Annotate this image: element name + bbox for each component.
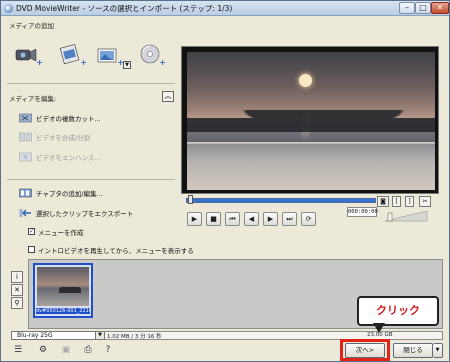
- beach-graphic: [187, 144, 435, 190]
- project-icon[interactable]: ▣: [58, 343, 74, 357]
- create-menu-label: メニューを作成: [38, 228, 84, 237]
- next-frame-button[interactable]: ▶: [263, 212, 278, 226]
- app-icon: [4, 4, 13, 13]
- menu-list-icon[interactable]: ☰: [10, 343, 26, 357]
- enhance-video-label: ビデオをエンハンス...: [36, 154, 101, 162]
- play-button[interactable]: ▶: [187, 212, 202, 226]
- go-to-end-button[interactable]: ⏭: [282, 212, 297, 226]
- title-bar: DVD MovieWriter - ソースの選択とインポート (ステップ: 1/…: [1, 1, 449, 16]
- timecode-display[interactable]: 000:00:00: [347, 207, 378, 217]
- clip-thumbnail-image: [37, 267, 89, 306]
- preview-image: [187, 52, 435, 190]
- import-images-icon[interactable]: +: [95, 43, 124, 67]
- multi-trim-video-label: ビデオの複数カット...: [36, 115, 101, 123]
- add-edit-chapters-item[interactable]: チャプタの追加/編集...: [19, 187, 103, 199]
- breakwater-graphic: [187, 110, 435, 140]
- go-to-start-button[interactable]: ⏮: [225, 212, 240, 226]
- delete-clip-icon[interactable]: ✕: [11, 284, 23, 296]
- info-icon[interactable]: i: [11, 271, 23, 283]
- previous-frame-button[interactable]: ◀: [244, 212, 259, 226]
- merge-split-video-item[interactable]: ビデオを合成/分割: [19, 131, 90, 143]
- volume-slider[interactable]: [383, 210, 429, 222]
- import-images-dropdown[interactable]: ▼: [123, 61, 131, 69]
- click-callout: クリック: [357, 296, 439, 326]
- mark-out-button[interactable]: ]: [405, 196, 414, 207]
- close-window-button[interactable]: ✕: [431, 2, 449, 14]
- dvd-moviewriter-window: DVD MovieWriter - ソースの選択とインポート (ステップ: 1/…: [0, 0, 450, 362]
- export-arrow-icon: [19, 208, 32, 218]
- clip-thumbnail[interactable]: dv#050126-001_22160...: [33, 263, 93, 318]
- capture-camera-icon[interactable]: +: [14, 43, 43, 67]
- next-button-highlight: [340, 339, 390, 361]
- clip-filename: dv#050126-001_22160...: [36, 308, 90, 314]
- export-selected-clip-label: 選択したクリップをエクスポート: [36, 210, 134, 218]
- multi-trim-video-item[interactable]: ビデオの複数カット...: [19, 112, 101, 124]
- add-edit-chapters-label: チャプタの追加/編集...: [36, 190, 103, 198]
- enhance-video-item[interactable]: ビデオをエンハンス...: [19, 151, 101, 163]
- close-button[interactable]: 閉じる: [393, 343, 433, 358]
- seek-bar[interactable]: [186, 198, 376, 203]
- add-media-heading: メディアの追加: [9, 22, 55, 30]
- maximize-button[interactable]: □: [415, 2, 431, 14]
- settings-gear-icon[interactable]: ⚙: [35, 343, 51, 357]
- chapter-icon: [19, 188, 32, 198]
- merge-split-icon: [19, 132, 32, 142]
- intro-video-label: イントロビデオを再生してから、メニューを表示する: [38, 246, 194, 255]
- edit-media-heading: メディアを編集:: [9, 95, 57, 103]
- create-menu-checkbox-row[interactable]: ✓ メニューを作成: [28, 226, 84, 237]
- import-disc-icon[interactable]: +: [137, 43, 166, 67]
- mark-in-button[interactable]: [: [392, 196, 401, 207]
- collapse-edit-section-button[interactable]: ︽: [162, 91, 174, 102]
- print-icon[interactable]: ⎙: [80, 343, 96, 357]
- scissors-film-icon: [19, 113, 32, 123]
- click-callout-tail: [373, 323, 385, 333]
- intro-video-checkbox-row[interactable]: イントロビデオを再生してから、メニューを表示する: [28, 244, 194, 255]
- intro-video-checkbox[interactable]: [28, 246, 35, 253]
- close-options-dropdown[interactable]: ▼: [433, 343, 443, 358]
- snapshot-camera-icon[interactable]: ◙: [377, 196, 389, 207]
- enhance-icon: [19, 152, 32, 162]
- disc-type-select[interactable]: Blu-ray 25G: [11, 331, 105, 340]
- help-icon[interactable]: ?: [100, 343, 116, 357]
- divider: [7, 179, 175, 180]
- divider: [7, 83, 175, 84]
- zoom-search-icon[interactable]: ⚲: [11, 297, 23, 309]
- seek-handle[interactable]: [188, 195, 193, 204]
- merge-split-video-label: ビデオを合成/分割: [36, 134, 91, 142]
- repeat-button[interactable]: ⟳: [301, 212, 316, 226]
- scissors-icon[interactable]: ✂: [419, 196, 431, 207]
- import-video-icon[interactable]: +: [58, 43, 87, 67]
- minimize-button[interactable]: –: [399, 2, 415, 14]
- sun-graphic: [299, 74, 312, 87]
- create-menu-checkbox[interactable]: ✓: [28, 228, 35, 235]
- disc-type-dropdown-icon[interactable]: ▼: [95, 331, 105, 340]
- window-title: DVD MovieWriter - ソースの選択とインポート (ステップ: 1/…: [16, 4, 233, 13]
- export-selected-clip-item[interactable]: 選択したクリップをエクスポート: [19, 207, 133, 219]
- thumbnail-breakwater-graphic: [59, 287, 81, 293]
- used-space-text: 1.02 MB / 3 分 16 秒: [107, 334, 162, 340]
- video-preview: [181, 46, 439, 194]
- stop-button[interactable]: ■: [206, 212, 221, 226]
